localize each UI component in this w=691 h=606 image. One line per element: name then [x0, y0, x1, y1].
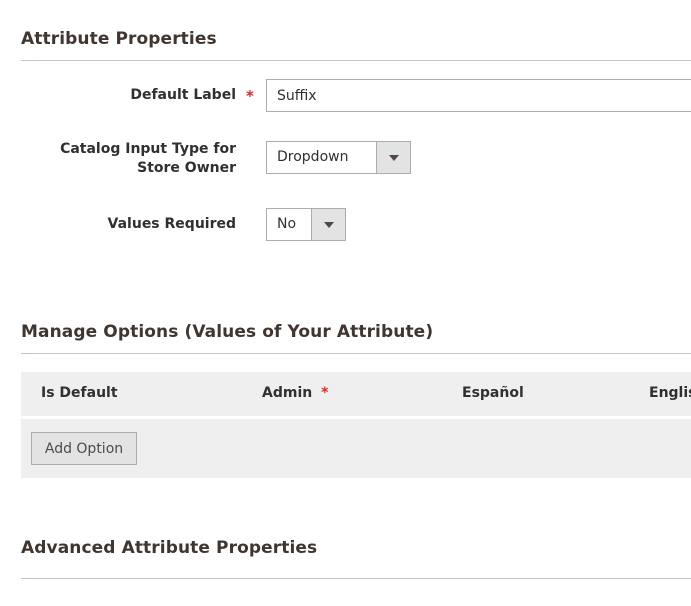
column-english: English — [649, 385, 691, 401]
caret-down-icon[interactable] — [311, 209, 345, 240]
catalog-input-type-select[interactable]: Dropdown — [266, 141, 411, 174]
values-required-label: Values Required — [107, 216, 236, 232]
options-table-header: Is Default Admin * Español English — [21, 372, 691, 416]
options-table-footer: Add Option — [21, 419, 691, 478]
catalog-input-type-label: Catalog Input Type for Store Owner — [60, 140, 236, 178]
catalog-input-type-label-line2: Store Owner — [137, 160, 236, 176]
catalog-input-type-label-line1: Catalog Input Type for — [60, 141, 236, 157]
values-required-value: No — [277, 216, 297, 232]
column-is-default: Is Default — [41, 385, 118, 401]
attribute-properties-title: Attribute Properties — [21, 29, 217, 49]
values-required-select[interactable]: No — [266, 208, 346, 241]
manage-options-title: Manage Options (Values of Your Attribute… — [21, 322, 434, 342]
required-marker: * — [246, 87, 254, 105]
attribute-edit-page: Attribute Properties Default Label * Cat… — [0, 0, 691, 606]
catalog-input-type-value: Dropdown — [277, 149, 349, 165]
column-espanol: Español — [462, 385, 524, 401]
add-option-button[interactable]: Add Option — [31, 432, 137, 465]
caret-down-icon[interactable] — [376, 142, 410, 173]
column-admin-label: Admin — [262, 385, 313, 401]
default-label-input[interactable] — [266, 79, 691, 112]
default-label-label: Default Label — [130, 87, 236, 103]
advanced-attribute-properties-title[interactable]: Advanced Attribute Properties — [21, 538, 317, 558]
column-admin: Admin * — [262, 385, 328, 401]
manage-options-divider — [21, 353, 691, 354]
column-admin-required-marker: * — [321, 385, 329, 401]
advanced-divider — [21, 578, 691, 579]
attribute-properties-divider — [21, 60, 691, 61]
